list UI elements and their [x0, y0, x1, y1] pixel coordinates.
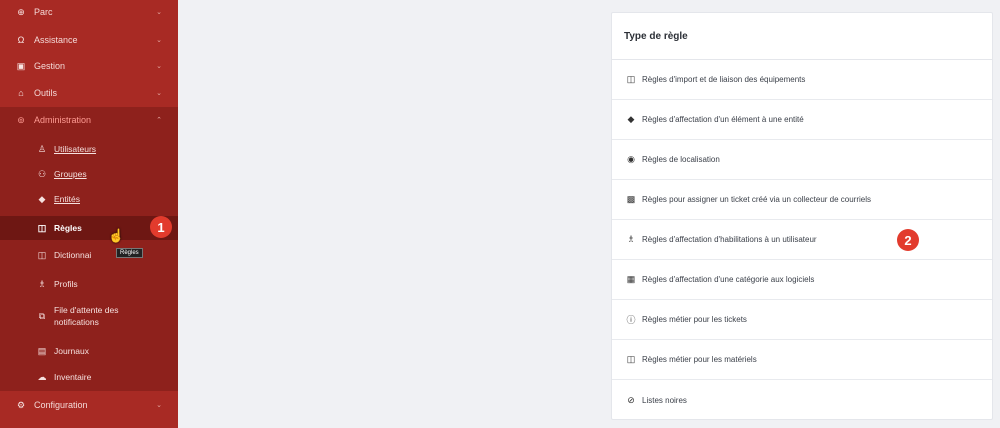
briefcase-icon: ⌂: [18, 88, 24, 98]
rule-label: Listes noires: [642, 395, 687, 405]
location-icon: ◉: [627, 154, 635, 164]
rule-row-location[interactable]: ◉ Règles de localisation: [612, 140, 992, 180]
rule-row-entity[interactable]: ◆ Règles d'affectation d'un élément à un…: [612, 100, 992, 140]
category-icon: ▦: [626, 274, 636, 284]
rule-label: Règles d'affectation d'un élément à une …: [642, 115, 804, 124]
book-icon: ◫: [37, 249, 47, 260]
mouse-cursor-icon: ☝: [108, 228, 125, 243]
rule-row-import[interactable]: ◫ Règles d'import et de liaison des équi…: [612, 60, 992, 100]
sidebar-item-parc[interactable]: ⊕ Parc ⌄: [0, 0, 178, 25]
chevron-down-icon: ⌄: [156, 63, 162, 70]
user-icon: ♙: [37, 143, 47, 154]
rule-label: Règles pour assigner un ticket créé via …: [642, 195, 872, 204]
user-check-icon: ♗: [37, 278, 47, 289]
sidebar: ⊕ Parc ⌄ Ω Assistance ⌄ ▣ Gestion ⌄ ⌂ Ou…: [0, 0, 178, 428]
sidebar-item-configuration[interactable]: ⚙ Configuration ⌄: [0, 392, 178, 418]
sidebar-subitem-label: Dictionnai: [54, 250, 92, 260]
rule-label: Règles métier pour les tickets: [642, 315, 747, 324]
stack-icon: ◆: [627, 114, 635, 124]
rule-row-blacklists[interactable]: ⊘ Listes noires: [612, 380, 992, 420]
chevron-down-icon: ⌄: [156, 90, 162, 97]
rule-label: Règles métier pour les matériels: [642, 355, 757, 364]
sidebar-item-label: Gestion: [34, 61, 66, 71]
rule-row-ticket-business[interactable]: ⓘ Règles métier pour les tickets: [612, 300, 992, 340]
sidebar-item-gestion[interactable]: ▣ Gestion ⌄: [0, 53, 178, 79]
rule-row-software-category[interactable]: ▦ Règles d'affectation d'une catégorie a…: [612, 260, 992, 300]
sidebar-subitem-label: Inventaire: [54, 372, 92, 382]
step-badge-2: 2: [897, 229, 919, 251]
sidebar-submenu: ♙ Utilisateurs ⚇ Groupes ◆ Entités ◫ Règ…: [0, 133, 178, 391]
sidebar-item-label: Assistance: [34, 35, 78, 45]
sidebar-subitem-groupes[interactable]: ⚇ Groupes: [0, 162, 178, 186]
rule-row-user-rights[interactable]: ♗ Règles d'affectation d'habilitations à…: [612, 220, 992, 260]
sidebar-item-label: Outils: [34, 88, 58, 98]
sidebar-subitem-label: Groupes: [54, 169, 87, 179]
sidebar-subitem-dictionnaires[interactable]: ◫ Dictionnai: [0, 243, 178, 267]
stack-icon: ◆: [38, 193, 46, 204]
sidebar-subitem-entites[interactable]: ◆ Entités: [0, 187, 178, 211]
gear-icon: ⚙: [16, 399, 26, 410]
sidebar-subitem-label: Utilisateurs: [54, 144, 97, 154]
mailbox-icon: ▩: [626, 194, 636, 204]
book-icon: ◫: [37, 222, 47, 233]
box-icon: ⊕: [17, 6, 25, 17]
ban-icon: ⊘: [627, 394, 635, 405]
rule-row-mail-collector[interactable]: ▩ Règles pour assigner un ticket créé vi…: [612, 180, 992, 220]
sidebar-subitem-inventaire[interactable]: ☁ Inventaire: [0, 365, 178, 389]
chevron-down-icon: ⌄: [156, 37, 162, 44]
cloud-icon: ☁: [37, 371, 47, 382]
sidebar-item-outils[interactable]: ⌂ Outils ⌄: [0, 80, 178, 106]
sidebar-subitem-utilisateurs[interactable]: ♙ Utilisateurs: [0, 137, 178, 161]
rule-label: Règles d'import et de liaison des équipe…: [642, 75, 806, 84]
user-check-icon: ♗: [626, 234, 636, 244]
sidebar-subitem-notifications-queue[interactable]: ⧉ File d'attente des notifications: [0, 299, 178, 333]
sidebar-item-label: Administration: [34, 115, 92, 125]
panel-title: Type de règle: [612, 13, 992, 60]
rule-type-panel: Type de règle ◫ Règles d'import et de li…: [611, 12, 993, 420]
wallet-icon: ▣: [16, 60, 26, 71]
chevron-up-icon: ⌃: [156, 117, 162, 124]
sidebar-subitem-label: Entités: [54, 194, 80, 204]
sidebar-item-assistance[interactable]: Ω Assistance ⌄: [0, 27, 178, 53]
rule-label: Règles de localisation: [642, 155, 720, 164]
sidebar-item-label: Configuration: [34, 400, 88, 410]
chevron-down-icon: ⌄: [156, 9, 162, 16]
book-icon: ◫: [626, 354, 636, 364]
rule-row-asset-business[interactable]: ◫ Règles métier pour les matériels: [612, 340, 992, 380]
users-icon: ⚇: [37, 168, 47, 179]
shield-icon: ⊚: [17, 114, 25, 125]
log-icon: ▤: [37, 345, 47, 356]
sidebar-subitem-label: Profils: [54, 279, 78, 289]
chevron-down-icon: ⌄: [156, 402, 162, 409]
book-icon: ◫: [626, 74, 636, 84]
sidebar-subitem-profils[interactable]: ♗ Profils: [0, 272, 178, 296]
rule-label: Règles d'affectation d'habilitations à u…: [642, 235, 817, 244]
sidebar-subitem-label: File d'attente des notifications: [54, 305, 119, 327]
tooltip: Règles: [116, 248, 143, 258]
sidebar-item-administration[interactable]: ⊚ Administration ⌃: [0, 107, 178, 133]
step-badge-1: 1: [150, 216, 172, 238]
headset-icon: Ω: [17, 35, 25, 45]
sidebar-subitem-label: Journaux: [54, 346, 89, 356]
bell-icon: ⧉: [38, 310, 46, 321]
alert-circle-icon: ⓘ: [626, 315, 636, 325]
sidebar-subitem-label: Règles: [54, 223, 82, 233]
sidebar-item-label: Parc: [34, 7, 53, 17]
rule-label: Règles d'affectation d'une catégorie aux…: [642, 275, 815, 284]
sidebar-subitem-journaux[interactable]: ▤ Journaux: [0, 339, 178, 363]
